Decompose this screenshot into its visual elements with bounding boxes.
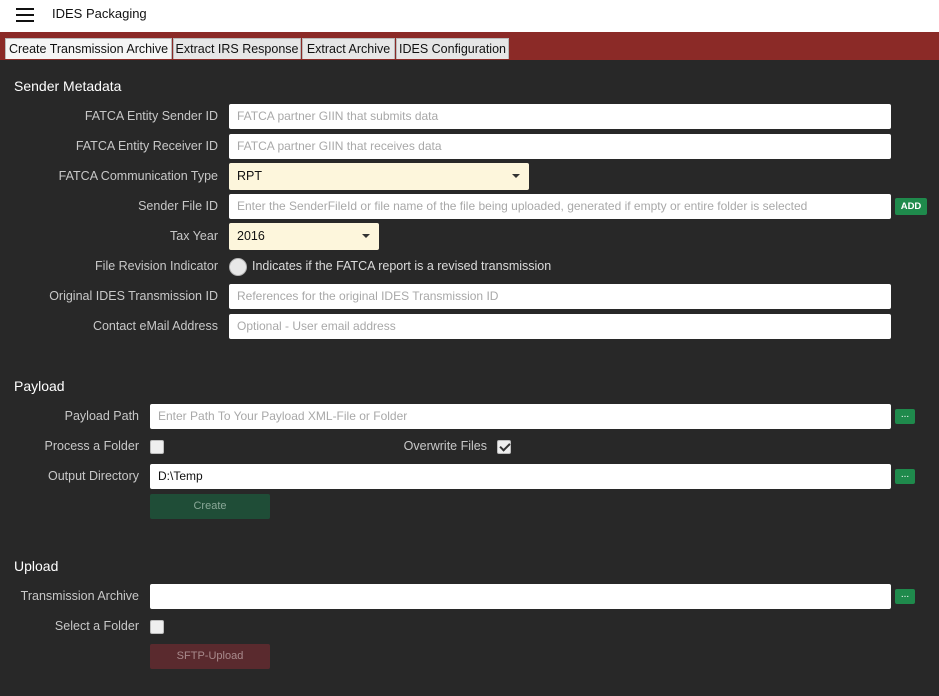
select-folder-label: Select a Folder bbox=[54, 619, 139, 633]
tax-year-value: 2016 bbox=[237, 229, 265, 243]
comm-type-value: RPT bbox=[237, 169, 262, 183]
section-title-payload: Payload bbox=[14, 378, 65, 394]
comm-type-label: FATCA Communication Type bbox=[58, 169, 218, 183]
menu-icon[interactable] bbox=[16, 8, 34, 22]
transmission-archive-label: Transmission Archive bbox=[20, 589, 139, 603]
create-button[interactable]: Create bbox=[150, 494, 270, 519]
tab-bar: Create Transmission Archive Extract IRS … bbox=[0, 32, 939, 60]
contact-email-input[interactable] bbox=[229, 314, 891, 339]
file-revision-text: Indicates if the FATCA report is a revis… bbox=[252, 259, 552, 273]
tax-year-select[interactable]: 2016 bbox=[229, 223, 379, 250]
process-folder-checkbox[interactable] bbox=[150, 440, 164, 454]
tab-extract-irs-response[interactable]: Extract IRS Response bbox=[173, 38, 301, 59]
original-transmission-label: Original IDES Transmission ID bbox=[49, 289, 218, 303]
sender-file-id-input[interactable] bbox=[229, 194, 891, 219]
sftp-upload-button[interactable]: SFTP-Upload bbox=[150, 644, 270, 669]
entity-sender-input[interactable] bbox=[229, 104, 891, 129]
output-directory-input[interactable] bbox=[150, 464, 891, 489]
original-transmission-input[interactable] bbox=[229, 284, 891, 309]
chevron-down-icon bbox=[362, 234, 370, 238]
transmission-archive-input[interactable] bbox=[150, 584, 891, 609]
entity-sender-label: FATCA Entity Sender ID bbox=[84, 109, 218, 123]
payload-path-browse-button[interactable]: ... bbox=[895, 409, 915, 424]
transmission-archive-browse-button[interactable]: ... bbox=[895, 589, 915, 604]
output-directory-browse-button[interactable]: ... bbox=[895, 469, 915, 484]
select-folder-checkbox[interactable] bbox=[150, 620, 164, 634]
file-revision-label: File Revision Indicator bbox=[95, 259, 218, 273]
tab-ides-configuration[interactable]: IDES Configuration bbox=[396, 38, 509, 59]
entity-receiver-input[interactable] bbox=[229, 134, 891, 159]
tab-create-transmission-archive[interactable]: Create Transmission Archive bbox=[5, 38, 172, 59]
comm-type-select[interactable]: RPT bbox=[229, 163, 529, 190]
output-directory-label: Output Directory bbox=[47, 469, 139, 483]
chevron-down-icon bbox=[512, 174, 520, 178]
sender-file-id-label: Sender File ID bbox=[138, 199, 218, 213]
tax-year-label: Tax Year bbox=[170, 229, 218, 243]
tab-extract-archive[interactable]: Extract Archive bbox=[302, 38, 395, 59]
title-bar: IDES Packaging bbox=[0, 0, 939, 32]
app-title: IDES Packaging bbox=[52, 6, 147, 21]
payload-path-input[interactable] bbox=[150, 404, 891, 429]
section-title-upload: Upload bbox=[14, 558, 59, 574]
process-folder-label: Process a Folder bbox=[44, 439, 139, 453]
section-title-sender-metadata: Sender Metadata bbox=[14, 78, 122, 94]
add-file-id-button[interactable]: ADD bbox=[895, 198, 927, 215]
contact-email-label: Contact eMail Address bbox=[92, 319, 218, 333]
entity-receiver-label: FATCA Entity Receiver ID bbox=[75, 139, 218, 153]
overwrite-files-checkbox[interactable] bbox=[497, 440, 511, 454]
payload-path-label: Payload Path bbox=[64, 409, 139, 423]
overwrite-files-label: Overwrite Files bbox=[403, 439, 487, 453]
file-revision-toggle[interactable] bbox=[229, 258, 247, 276]
